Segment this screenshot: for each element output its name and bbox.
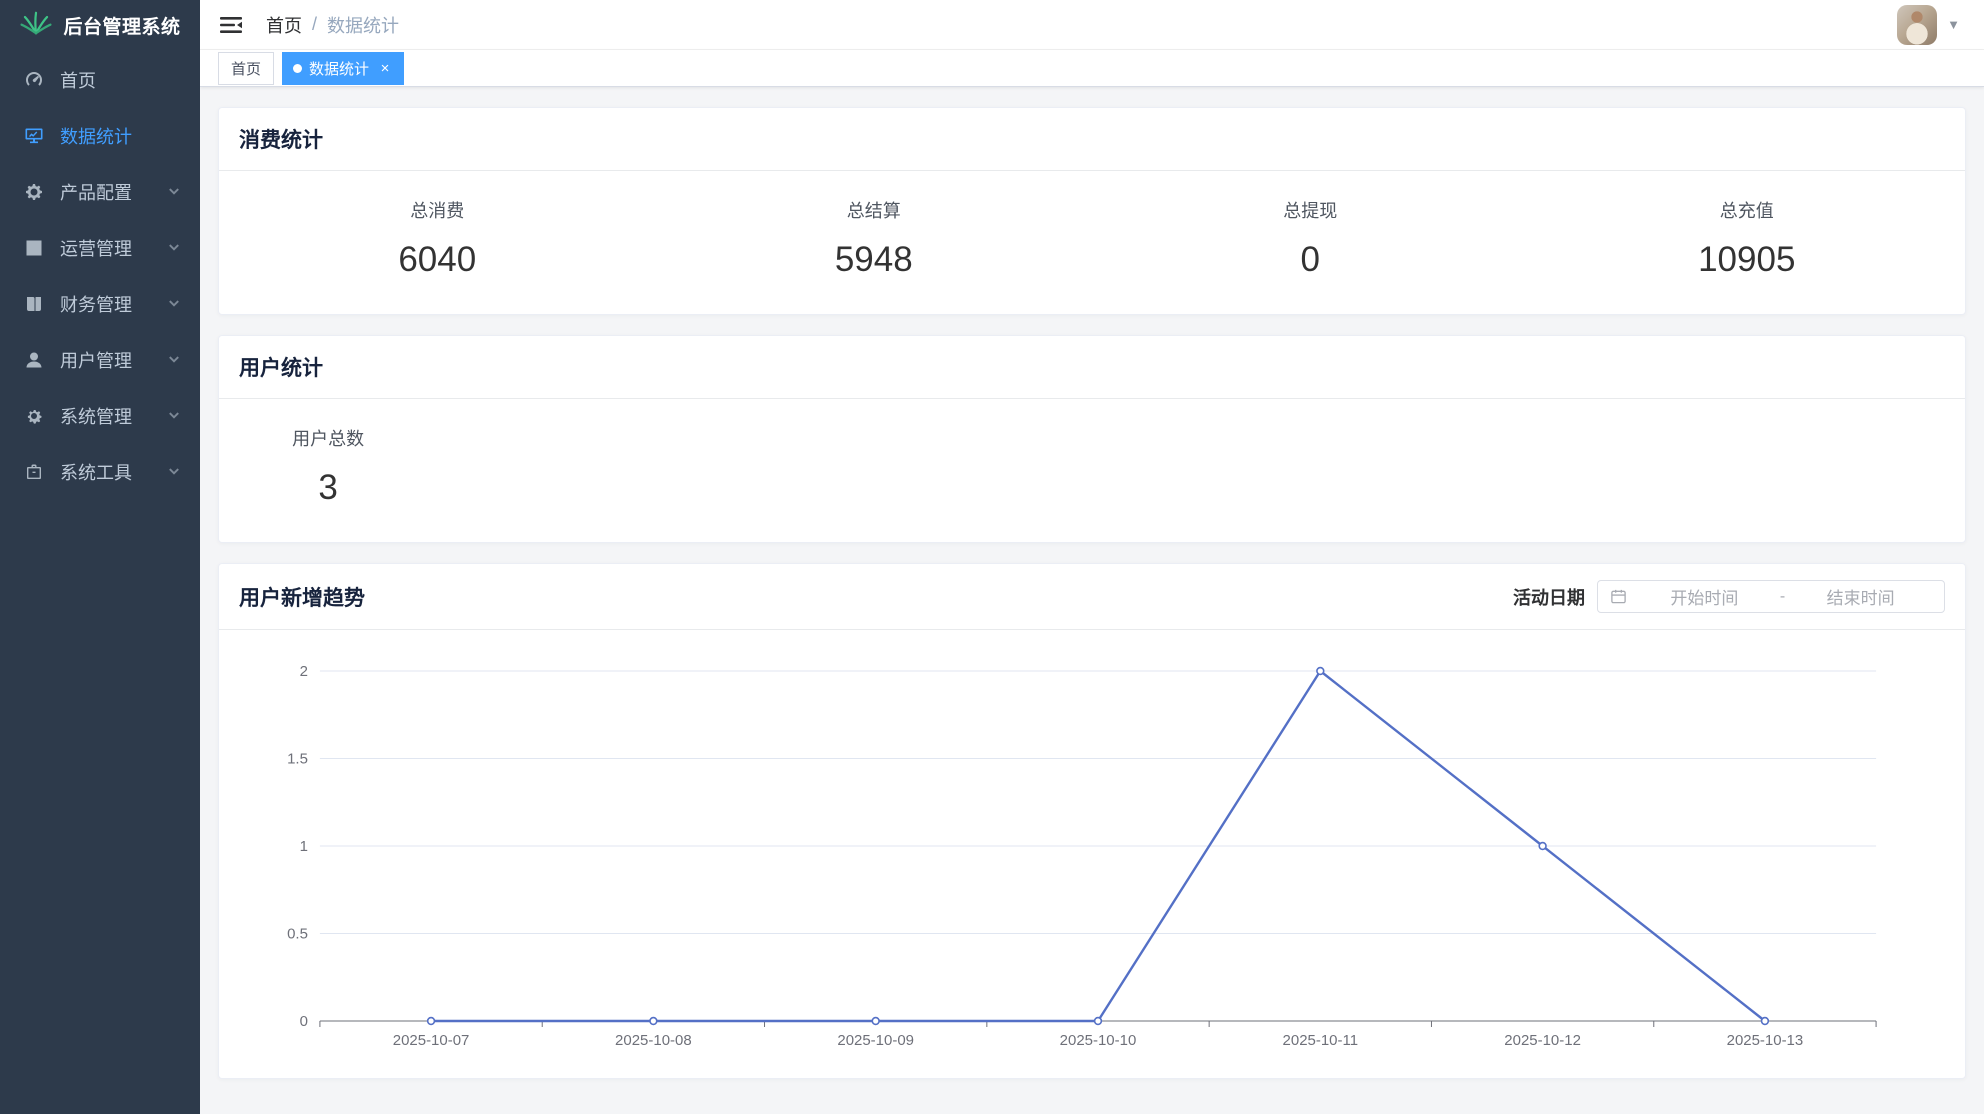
sidebar-item-label: 系统管理 <box>60 403 132 429</box>
user-trend-line-chart: 0 0.5 1 1.5 2 2025-10-07 2025-10-08 2025-10-09 2… <box>239 636 1945 1066</box>
breadcrumb-separator: / <box>312 14 317 35</box>
stat-value: 5948 <box>656 240 1093 280</box>
date-filter: 活动日期 开始时间 - 结束时间 <box>1513 580 1945 613</box>
sidebar-item-finance[interactable]: 财务管理 <box>0 276 200 332</box>
main-area: 首页 / 数据统计 ▼ 首页 数据统计 × 消费统计 总消费 6 <box>200 0 1984 1114</box>
sidebar-item-system[interactable]: 系统管理 <box>0 388 200 444</box>
tabs-bar: 首页 数据统计 × <box>200 50 1984 87</box>
card-title: 消费统计 <box>239 124 323 154</box>
svg-text:0.5: 0.5 <box>287 925 308 942</box>
svg-text:2025-10-13: 2025-10-13 <box>1727 1032 1804 1049</box>
sidebar-item-product-config[interactable]: 产品配置 <box>0 164 200 220</box>
stat-value: 6040 <box>219 240 656 280</box>
svg-text:2025-10-08: 2025-10-08 <box>615 1032 692 1049</box>
svg-text:2025-10-07: 2025-10-07 <box>393 1032 470 1049</box>
card-title: 用户新增趋势 <box>239 582 365 612</box>
breadcrumb-home[interactable]: 首页 <box>266 12 302 38</box>
app-logo: 后台管理系统 <box>0 0 200 50</box>
user-trend-card: 用户新增趋势 活动日期 开始时间 - 结束时间 0 0.5 1 1.5 2 2025-10… <box>218 563 1966 1079</box>
stat-label: 总消费 <box>219 197 656 223</box>
trend-card-header: 用户新增趋势 活动日期 开始时间 - 结束时间 <box>219 564 1965 630</box>
calendar-icon <box>1610 588 1627 605</box>
consume-stats-row: 总消费 6040 总结算 5948 总提现 0 总充值 10905 <box>219 171 1965 314</box>
sidebar-item-label: 产品配置 <box>60 179 132 205</box>
sidebar-menu: 首页 数据统计 产品配置 运营管理 财务管理 <box>0 52 200 500</box>
tab-data-stats[interactable]: 数据统计 × <box>282 52 404 85</box>
ledger-icon <box>24 293 46 315</box>
svg-text:2025-10-09: 2025-10-09 <box>837 1032 914 1049</box>
date-range-input[interactable]: 开始时间 - 结束时间 <box>1597 580 1945 613</box>
breadcrumb-current: 数据统计 <box>327 12 399 38</box>
svg-text:2: 2 <box>300 663 308 680</box>
caret-down-icon[interactable]: ▼ <box>1947 17 1960 32</box>
sidebar-item-users[interactable]: 用户管理 <box>0 332 200 388</box>
svg-text:1: 1 <box>300 838 308 855</box>
chevron-down-icon <box>168 406 180 427</box>
date-filter-label: 活动日期 <box>1513 584 1585 610</box>
sidebar-collapse-icon[interactable] <box>218 12 244 38</box>
top-navbar: 首页 / 数据统计 ▼ <box>200 0 1984 50</box>
chevron-down-icon <box>168 294 180 315</box>
sidebar-item-tools[interactable]: 系统工具 <box>0 444 200 500</box>
tab-close-icon[interactable]: × <box>377 60 393 76</box>
chevron-down-icon <box>168 238 180 259</box>
svg-text:2025-10-12: 2025-10-12 <box>1504 1032 1581 1049</box>
svg-text:0: 0 <box>300 1013 308 1030</box>
active-dot-icon <box>293 64 302 73</box>
stat-label: 总结算 <box>656 197 1093 223</box>
toolbox-icon <box>24 461 46 483</box>
date-range-separator: - <box>1776 588 1789 606</box>
svg-text:2025-10-10: 2025-10-10 <box>1060 1032 1137 1049</box>
tab-label: 首页 <box>231 58 261 79</box>
stat-total-users: 用户总数 3 <box>219 425 437 508</box>
user-icon <box>24 349 46 371</box>
gear-icon <box>24 181 46 203</box>
user-stats-card: 用户统计 用户总数 3 <box>218 335 1966 543</box>
chart-container: 0 0.5 1 1.5 2 2025-10-07 2025-10-08 2025-10-09 2… <box>219 630 1965 1078</box>
end-date-placeholder[interactable]: 结束时间 <box>1789 584 1932 609</box>
consume-stats-card: 消费统计 总消费 6040 总结算 5948 总提现 0 总充值 10905 <box>218 107 1966 315</box>
grid-icon <box>24 237 46 259</box>
stat-label: 用户总数 <box>219 425 437 451</box>
sidebar-item-home[interactable]: 首页 <box>0 52 200 108</box>
sidebar-item-label: 系统工具 <box>60 459 132 485</box>
chart-icon <box>24 125 46 147</box>
chevron-down-icon <box>168 182 180 203</box>
app-title: 后台管理系统 <box>63 12 180 39</box>
settings-icon <box>24 405 46 427</box>
card-title: 用户统计 <box>239 352 323 382</box>
stat-total-settle: 总结算 5948 <box>656 197 1093 280</box>
stat-value: 0 <box>1092 240 1529 280</box>
user-card-header: 用户统计 <box>219 336 1965 399</box>
stat-label: 总提现 <box>1092 197 1529 223</box>
user-avatar[interactable] <box>1897 5 1937 45</box>
svg-text:2025-10-11: 2025-10-11 <box>1283 1032 1359 1049</box>
sidebar-item-label: 首页 <box>60 67 96 93</box>
stat-label: 总充值 <box>1529 197 1966 223</box>
stat-total-recharge: 总充值 10905 <box>1529 197 1966 280</box>
svg-text:1.5: 1.5 <box>287 750 308 767</box>
tab-label: 数据统计 <box>309 58 369 79</box>
tab-home[interactable]: 首页 <box>218 52 274 85</box>
consume-card-header: 消费统计 <box>219 108 1965 171</box>
breadcrumb: 首页 / 数据统计 <box>266 12 399 38</box>
stat-value: 10905 <box>1529 240 1966 280</box>
sidebar: 后台管理系统 首页 数据统计 产品配置 运营管理 <box>0 0 200 1114</box>
sidebar-item-label: 数据统计 <box>60 123 132 149</box>
sidebar-item-operations[interactable]: 运营管理 <box>0 220 200 276</box>
dashboard-icon <box>24 69 46 91</box>
stat-total-withdraw: 总提现 0 <box>1092 197 1529 280</box>
plant-logo-icon <box>19 9 53 42</box>
chevron-down-icon <box>168 462 180 483</box>
stat-total-consume: 总消费 6040 <box>219 197 656 280</box>
stat-value: 3 <box>219 468 437 508</box>
sidebar-item-label: 运营管理 <box>60 235 132 261</box>
sidebar-item-label: 用户管理 <box>60 347 132 373</box>
sidebar-item-data-stats[interactable]: 数据统计 <box>0 108 200 164</box>
sidebar-item-label: 财务管理 <box>60 291 132 317</box>
page-content: 消费统计 总消费 6040 总结算 5948 总提现 0 总充值 10905 <box>200 87 1984 1114</box>
start-date-placeholder[interactable]: 开始时间 <box>1633 584 1776 609</box>
chevron-down-icon <box>168 350 180 371</box>
user-stats-row: 用户总数 3 <box>219 399 1965 542</box>
